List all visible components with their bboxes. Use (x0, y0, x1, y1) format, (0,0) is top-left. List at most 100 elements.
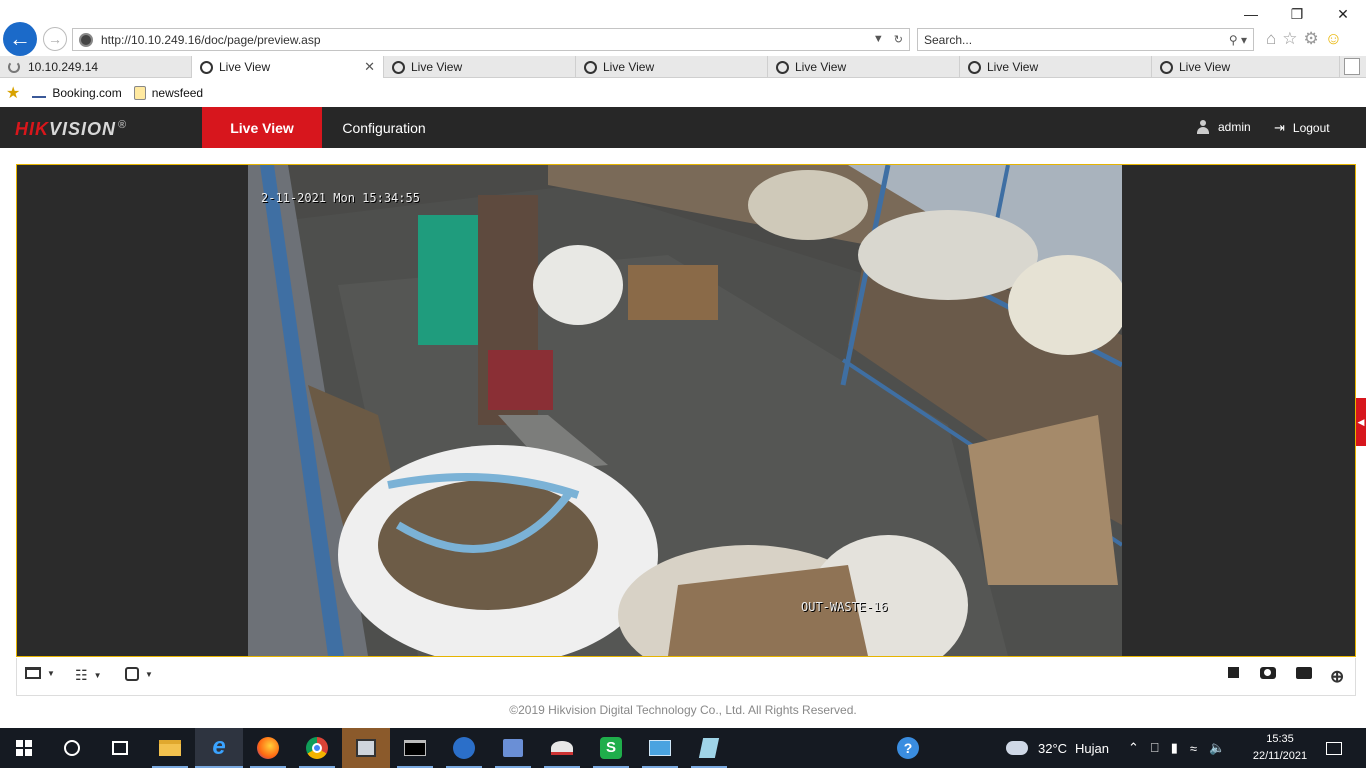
feedback-smiley-icon[interactable]: ☺ (1325, 29, 1342, 49)
s-app[interactable]: S (587, 728, 635, 768)
green-s-icon: S (600, 737, 622, 759)
digital-zoom-icon: ⊕ (1330, 667, 1345, 686)
battery-icon[interactable]: ▮ (1171, 740, 1178, 756)
favorite-label: Booking.com (52, 86, 122, 100)
tab-label: Live View (411, 60, 463, 74)
player-toolbar: ▼ ☷ ▼ ▼ ⊕ (16, 658, 1356, 696)
weather-temp: 32°C (1038, 740, 1068, 756)
close-window-button[interactable]: ✕ (1320, 0, 1366, 28)
favorite-booking[interactable]: Booking.com (32, 86, 122, 100)
forward-button[interactable]: → (43, 27, 67, 51)
camera-favicon-icon (584, 60, 597, 74)
folder-icon (159, 740, 181, 756)
task-view-button[interactable] (96, 728, 144, 768)
home-icon[interactable]: ⌂ (1266, 29, 1276, 49)
camera-favicon-icon (200, 60, 213, 74)
address-bar[interactable]: http://10.10.249.16/doc/page/preview.asp… (72, 28, 910, 51)
cortana-button[interactable] (48, 728, 96, 768)
speaker-icon[interactable]: 🔈 (1209, 740, 1225, 756)
tab-live-view[interactable]: Live View (384, 56, 576, 78)
browser-tab-strip: 10.10.249.14 Live View ✕ Live View Live … (0, 56, 1366, 78)
record-button[interactable] (1296, 667, 1312, 679)
tab-live-view[interactable]: Live View (202, 107, 322, 148)
user-menu[interactable]: admin (1196, 120, 1251, 134)
browser-app-2[interactable] (440, 728, 488, 768)
tab-live-view[interactable]: Live View (960, 56, 1152, 78)
weather-condition: Hujan (1075, 740, 1110, 756)
restore-button[interactable]: ❐ (1274, 0, 1320, 28)
windows-taskbar: e S ? 32°C Hujan ⌃ ⎕ ▮ ≈ 🔈 15:35 22/11/2… (0, 728, 1366, 768)
logo-registered-mark: ® (118, 119, 128, 131)
id-card-app[interactable] (636, 728, 684, 768)
notification-icon (1326, 741, 1342, 755)
chevron-down-icon: ▼ (93, 671, 102, 680)
search-icon[interactable]: ⚲ ▾ (1229, 33, 1253, 47)
firefox-app[interactable] (244, 728, 292, 768)
favorite-label: newsfeed (151, 86, 204, 100)
gear-icon[interactable]: ⚙ (1304, 29, 1319, 49)
camera-feed[interactable]: 2-11-2021 Mon 15:34:55 OUT-WASTE-16 (248, 165, 1122, 656)
taskbar-clock[interactable]: 15:35 22/11/2021 (1245, 731, 1315, 765)
digital-zoom-button[interactable]: ⊕ (1330, 667, 1344, 687)
booking-icon (32, 88, 47, 98)
usb-device-icon[interactable]: ⎕ (1151, 740, 1159, 756)
ptz-panel-toggle[interactable]: ◀ (1356, 398, 1366, 446)
plugin-button[interactable]: ▼ (125, 667, 153, 681)
logout-label: Logout (1292, 121, 1330, 135)
chevron-up-icon[interactable]: ⌃ (1128, 740, 1139, 756)
new-tab-button[interactable] (1344, 58, 1360, 75)
tab-live-view[interactable]: Live View (768, 56, 960, 78)
notification-center-button[interactable] (1322, 728, 1346, 768)
wifi-icon[interactable]: ≈ (1190, 741, 1197, 756)
chevron-left-icon: ◀ (1357, 416, 1365, 427)
tab-live-view-active[interactable]: Live View ✕ (192, 56, 384, 78)
url-text[interactable]: http://10.10.249.16/doc/page/preview.asp (101, 33, 873, 47)
address-dropdown-icon[interactable]: ▼ (873, 33, 884, 46)
tab-live-view[interactable]: Live View (576, 56, 768, 78)
clock-time: 15:35 (1266, 733, 1294, 745)
satellite-app[interactable] (538, 728, 586, 768)
video-window[interactable]: 2-11-2021 Mon 15:34:55 OUT-WASTE-16 (16, 164, 1356, 657)
camera-channel-name-osd: OUT-WASTE-16 (801, 600, 888, 614)
window-layout-icon (25, 667, 41, 679)
tab-label: Live View (1179, 60, 1231, 74)
chevron-down-icon: ▼ (145, 669, 153, 679)
browser-address-row: ← → http://10.10.249.16/doc/page/preview… (0, 0, 1366, 56)
chevron-down-icon: ▼ (47, 668, 55, 678)
firefox-icon (257, 737, 279, 759)
document-app[interactable] (685, 728, 733, 768)
close-tab-icon[interactable]: ✕ (364, 59, 375, 75)
favorite-newsfeed[interactable]: newsfeed (133, 86, 204, 100)
app-header: HIKVISION ® Live View Configuration admin… (0, 107, 1366, 148)
window-layout-button[interactable]: ▼ (25, 667, 55, 679)
minimize-button[interactable]: — (1228, 0, 1274, 28)
refresh-icon[interactable]: ↻ (894, 33, 903, 46)
tab-configuration[interactable]: Configuration (330, 107, 438, 148)
logout-button[interactable]: ⇥ Logout (1274, 120, 1330, 136)
favorites-star-icon[interactable]: ☆ (1282, 29, 1297, 49)
camera-favicon-icon (968, 60, 981, 74)
stop-all-button[interactable] (1228, 667, 1239, 678)
command-prompt-app[interactable] (391, 728, 439, 768)
remote-app[interactable] (342, 728, 390, 768)
start-button[interactable] (0, 728, 48, 768)
windows-logo-icon (16, 740, 32, 756)
favorites-star-icon[interactable]: ★ (6, 83, 20, 103)
tab-live-view[interactable]: Live View (1152, 56, 1340, 78)
arrow-right-icon: → (48, 31, 62, 47)
tab-10-10-249-14[interactable]: 10.10.249.14 (0, 56, 192, 78)
internet-explorer-app[interactable]: e (195, 728, 243, 768)
network-app[interactable] (489, 728, 537, 768)
globe-blue-icon (453, 737, 475, 759)
hikvision-logo: HIKVISION ® (15, 119, 127, 140)
file-explorer-app[interactable] (146, 728, 194, 768)
chrome-app[interactable] (293, 728, 341, 768)
capture-button[interactable] (1260, 667, 1276, 679)
weather-widget[interactable]: 32°C Hujan (1006, 728, 1109, 768)
back-button[interactable]: ← (3, 22, 37, 56)
search-input[interactable]: Search... ⚲ ▾ (917, 28, 1254, 51)
plugin-icon (125, 667, 139, 681)
help-app[interactable]: ? (884, 728, 932, 768)
stream-type-button[interactable]: ☷ ▼ (75, 667, 101, 684)
rain-cloud-icon (1006, 741, 1028, 755)
